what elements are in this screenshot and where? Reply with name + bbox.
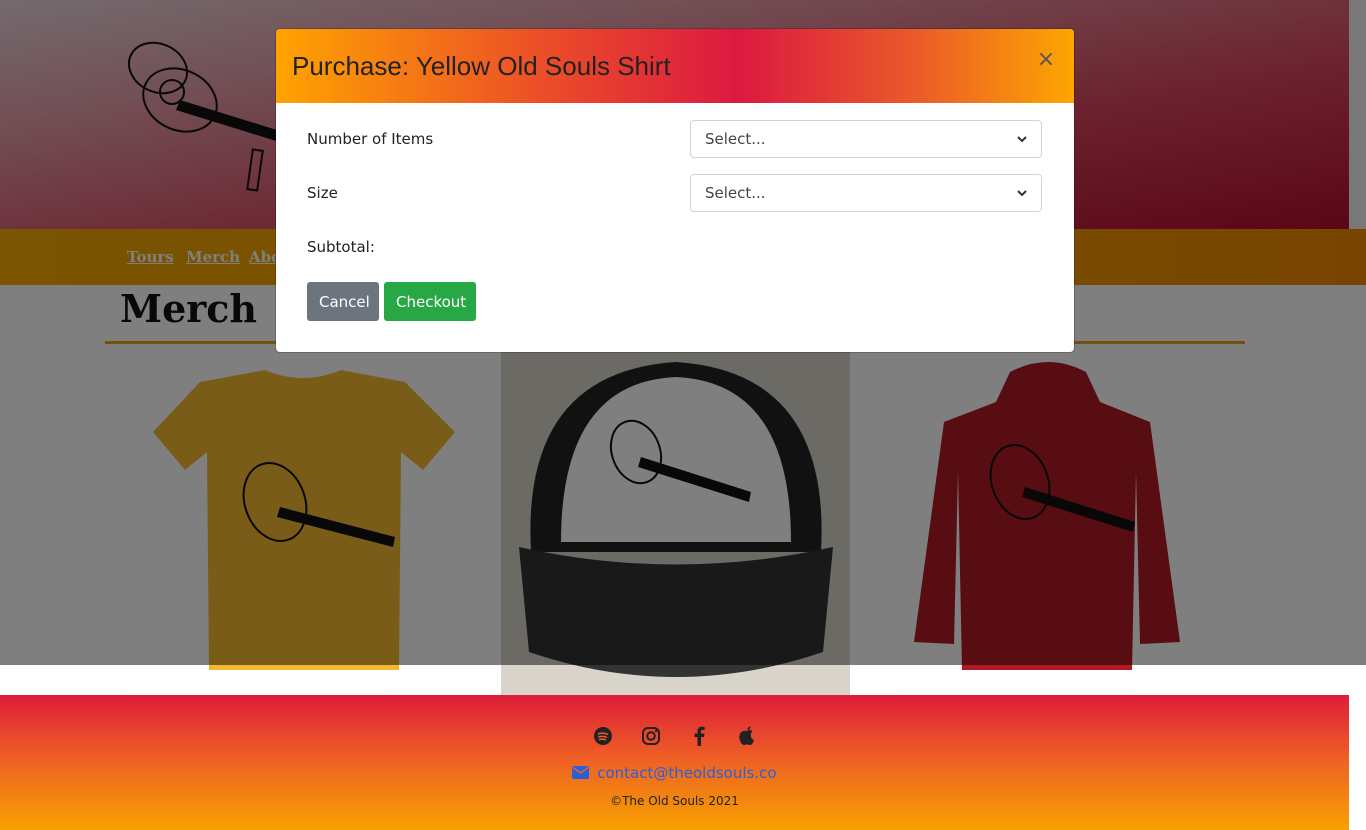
items-select[interactable]: Select... (690, 120, 1042, 158)
copyright-text: ©The Old Souls 2021 (610, 794, 739, 808)
cancel-button[interactable]: Cancel (307, 282, 379, 321)
contact-email-link[interactable]: contact@theoldsouls.co (597, 764, 776, 782)
checkout-button[interactable]: Checkout (384, 282, 476, 321)
items-select-value: Select... (705, 130, 766, 148)
size-label: Size (307, 184, 338, 202)
apple-icon[interactable] (734, 723, 760, 749)
close-button[interactable]: × (1036, 49, 1056, 71)
facebook-icon[interactable] (686, 723, 712, 749)
footer: contact@theoldsouls.co ©The Old Souls 20… (0, 695, 1349, 830)
spotify-icon[interactable] (590, 723, 616, 749)
instagram-icon[interactable] (638, 723, 664, 749)
chevron-down-icon (1017, 135, 1027, 142)
modal-title: Purchase: Yellow Old Souls Shirt (292, 51, 671, 81)
items-label: Number of Items (307, 130, 434, 148)
contact-line: contact@theoldsouls.co (0, 764, 1349, 782)
modal-header: Purchase: Yellow Old Souls Shirt × (276, 29, 1074, 103)
size-select-value: Select... (705, 184, 766, 202)
size-select[interactable]: Select... (690, 174, 1042, 212)
purchase-modal: Purchase: Yellow Old Souls Shirt × Numbe… (276, 29, 1074, 352)
chevron-down-icon (1017, 189, 1027, 196)
subtotal-label: Subtotal: (307, 238, 375, 256)
envelope-icon (572, 766, 590, 779)
social-links (0, 723, 1349, 749)
